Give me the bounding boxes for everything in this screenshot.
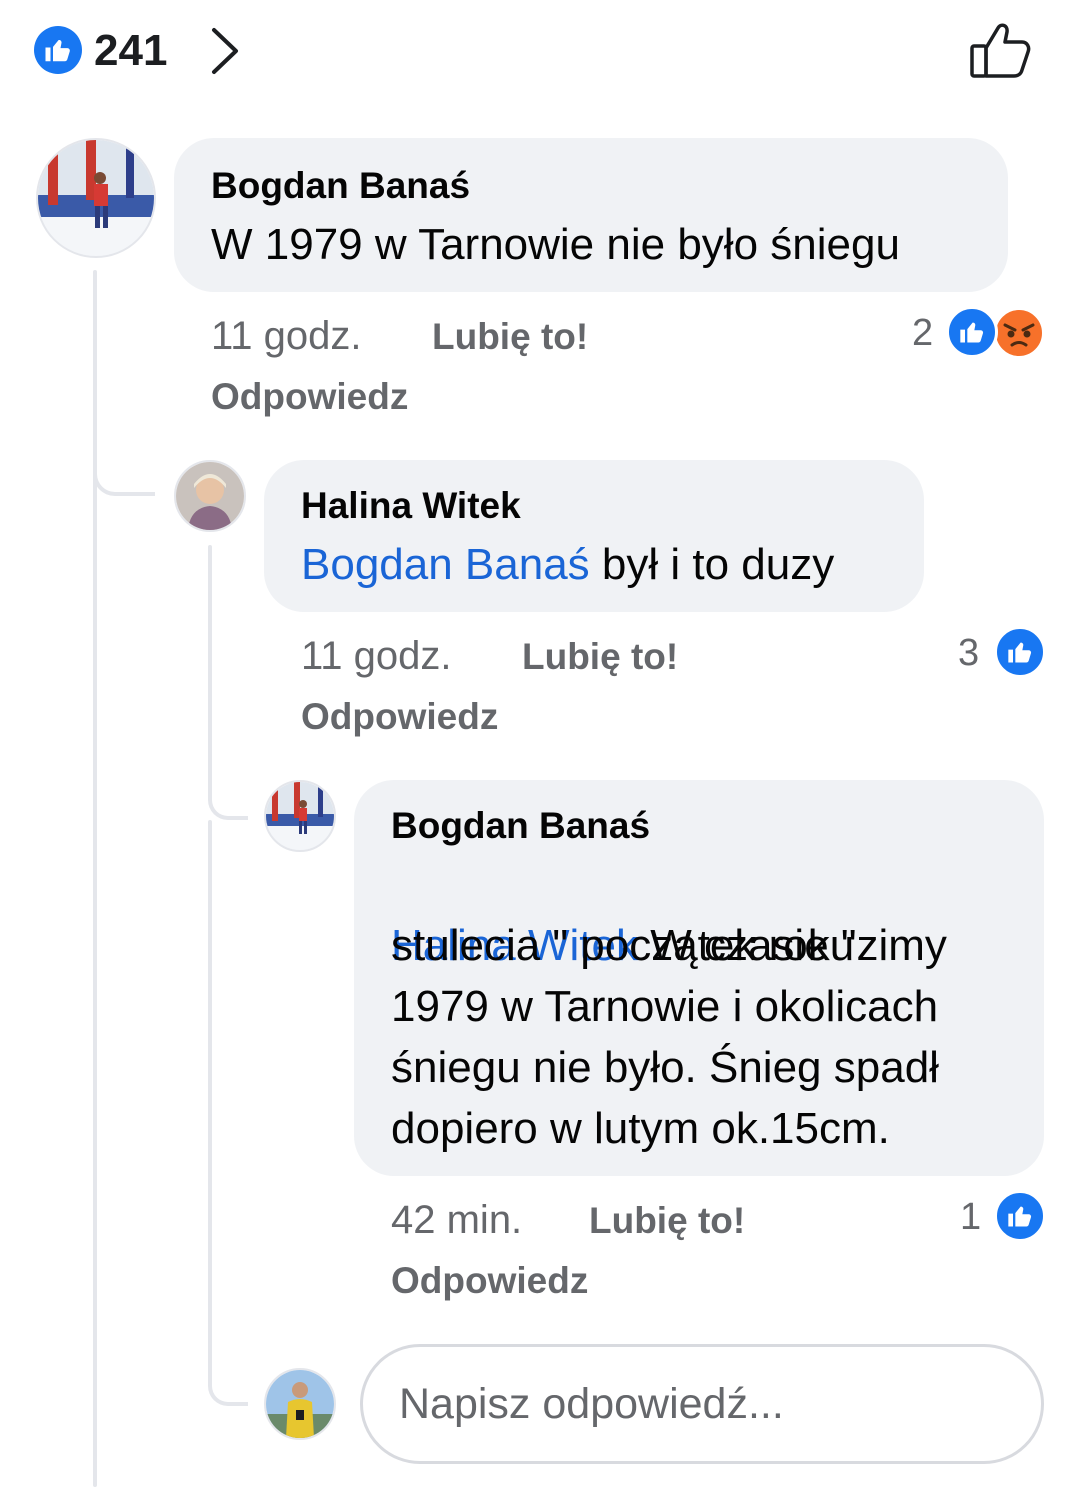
comment-bubble[interactable]: Halina Witek Bogdan Banaś był i to duzy — [264, 460, 924, 612]
like-button[interactable]: Lubię to! — [432, 316, 588, 358]
like-reaction-icon[interactable] — [946, 306, 998, 358]
thumbs-up-outline-icon[interactable] — [968, 20, 1032, 80]
avatar[interactable] — [264, 780, 336, 852]
like-reaction-icon — [34, 26, 82, 74]
like-button[interactable]: Lubię to! — [589, 1200, 745, 1242]
avatar[interactable] — [264, 1368, 336, 1440]
comment-author[interactable]: Halina Witek — [301, 484, 521, 528]
comment-text: Bogdan Banaś był i to duzy — [301, 534, 834, 595]
comment-text-body: był i to duzy — [589, 540, 835, 589]
reply-button[interactable]: Odpowiedz — [211, 376, 408, 418]
reply-button[interactable]: Odpowiedz — [301, 696, 498, 738]
comment-text: W 1979 w Tarnowie nie było śniegu — [211, 220, 900, 269]
comment-text-line: 1979 w Tarnowie i okolicach — [391, 982, 939, 1031]
mention-link[interactable]: Bogdan Banaś — [301, 540, 590, 589]
chevron-right-icon[interactable] — [206, 26, 242, 76]
comment-time[interactable]: 11 godz. — [211, 314, 362, 359]
reaction-count[interactable]: 3 — [958, 632, 979, 675]
comment-bubble[interactable]: Bogdan Banaś W 1979 w Tarnowie nie było … — [174, 138, 1008, 292]
like-reaction-icon[interactable] — [994, 1190, 1046, 1242]
comment-author[interactable]: Bogdan Banaś — [391, 804, 650, 848]
thread-line — [208, 545, 212, 795]
thread-connector — [208, 770, 248, 820]
comment-time[interactable]: 11 godz. — [301, 634, 452, 679]
thread-connector — [208, 1340, 248, 1406]
comment-text-line: śniegu nie było. Śnieg spadł — [391, 1043, 939, 1092]
avatar[interactable] — [174, 460, 246, 532]
comment-text-line: stulecia " początek roku — [391, 921, 855, 970]
angry-reaction-icon[interactable] — [994, 308, 1044, 358]
reply-input-placeholder: Napisz odpowiedź... — [399, 1379, 784, 1428]
thread-connector — [93, 440, 155, 496]
comment-bubble[interactable]: Bogdan Banaś Halina Witek W czasie "zimy… — [354, 780, 1044, 1176]
reply-input[interactable]: Napisz odpowiedź... — [360, 1344, 1044, 1464]
comment-text-line: dopiero w lutym ok.15cm. — [391, 1104, 890, 1153]
reaction-count[interactable]: 1 — [960, 1196, 981, 1239]
reply-button[interactable]: Odpowiedz — [391, 1260, 588, 1302]
comment-time[interactable]: 42 min. — [391, 1198, 522, 1243]
reaction-count[interactable]: 2 — [912, 312, 933, 355]
like-reaction-icon[interactable] — [994, 626, 1046, 678]
thread-line — [208, 820, 212, 1360]
comment-author[interactable]: Bogdan Banaś — [211, 164, 470, 208]
reaction-total-count[interactable]: 241 — [94, 29, 167, 73]
like-button[interactable]: Lubię to! — [522, 636, 678, 678]
avatar[interactable] — [36, 138, 156, 258]
